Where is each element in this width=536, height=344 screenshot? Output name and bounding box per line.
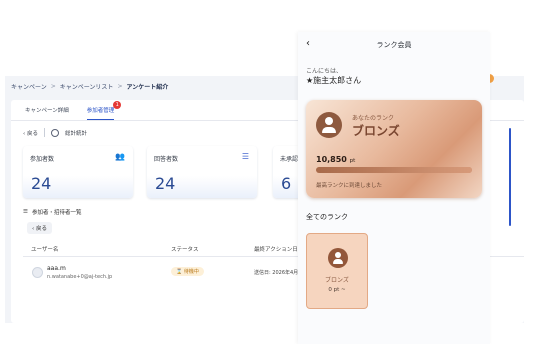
user-email: n.watanabe+0@aj-tech.jp [47,274,113,280]
stat-label: 参加者数 [30,156,55,163]
modal-scrollbar[interactable] [509,128,511,226]
tab-participants[interactable]: 参加者管理 1 [86,101,122,120]
rank-caption: あなたのランク [352,115,395,122]
stat-label: 未承認 [280,156,299,163]
breadcrumb-item-campaign[interactable]: キャンペーン [11,82,47,91]
rank-modal: ‹ ランク会員 こんにちは、 ★施主太郎さん あなたのランク ブロンズ 10,8… [298,32,490,344]
list-icon: ☰ [23,209,28,215]
points-display: 10,850 pt [316,155,355,164]
tab-campaign-detail[interactable]: キャンペーン詳細 [25,106,69,120]
divider [43,128,45,137]
stat-label: 回答者数 [154,156,179,163]
stat-value: 24 [155,174,176,193]
stats-button[interactable]: 総計統計 [65,129,87,137]
modal-title: ランク会員 [376,41,412,49]
user-display-name: ★施主太郎さん [306,76,362,85]
column-header-username[interactable]: ユーザー名 [31,245,58,253]
back-button[interactable]: ‹ 戻る [23,129,38,137]
avatar [32,267,43,278]
rank-note: 最高ランクに到達しました [316,183,383,189]
rank-progress-bar [316,167,472,173]
rank-tile-points: 0 pt ~ [328,287,346,293]
tab-label: キャンペーン詳細 [25,108,69,114]
points-value: 10,850 [316,155,347,164]
rank-progress-fill [316,167,472,173]
notification-badge: 1 [113,101,122,109]
rank-name: ブロンズ [352,124,400,138]
gear-icon [50,128,59,137]
breadcrumb-separator: > [117,83,123,90]
list-back-button[interactable]: ‹ 戻る [27,222,52,234]
current-rank-card: あなたのランク ブロンズ 10,850 pt 最高ランクに到達しました [306,100,482,198]
modal-header: ‹ ランク会員 [298,32,490,58]
points-unit: pt [349,158,356,164]
column-header-last-action[interactable]: 最終アクション日時 [254,245,303,253]
stat-value: 24 [31,174,52,193]
breadcrumb-item-campaign-list[interactable]: キャンペーンリスト [60,82,114,91]
sent-at: 送信日: 2026年4月2 [254,270,302,276]
toolbar: ‹ 戻る 総計統計 [23,128,87,137]
list-icon: ☰ [241,152,249,161]
status-text: 待機中 [183,269,199,275]
back-label: 戻る [26,130,38,137]
greeting: こんにちは、 [306,68,343,75]
user-name: aaa.m [47,265,66,272]
users-icon: 👥 [115,152,125,161]
all-ranks-title: 全てのランク [306,213,348,221]
status-badge: ⌛ 待機中 [171,267,204,276]
rank-tile-name: ブロンズ [325,277,349,284]
list-title: ☰ 参加者・招待者一覧 [23,208,81,216]
stat-card-respondents: 回答者数 ☰ 24 [147,146,257,198]
list-title-text: 参加者・招待者一覧 [31,210,82,216]
breadcrumb-separator: > [50,83,56,90]
rank-tile-bronze[interactable]: ブロンズ 0 pt ~ [306,233,368,309]
tab-bar: キャンペーン詳細 参加者管理 1 [25,101,122,120]
column-header-status[interactable]: ステータス [171,245,199,253]
breadcrumb: キャンペーン > キャンペーンリスト > アンケート紹介 [11,82,168,91]
back-label: 戻る [35,226,47,232]
stat-value: 6 [281,174,292,193]
stat-card-participants: 参加者数 👥 24 [23,146,133,198]
user-icon [316,112,342,138]
breadcrumb-item-current: アンケート紹介 [126,84,169,91]
user-icon [328,248,348,268]
tab-label: 参加者管理 [86,108,115,114]
